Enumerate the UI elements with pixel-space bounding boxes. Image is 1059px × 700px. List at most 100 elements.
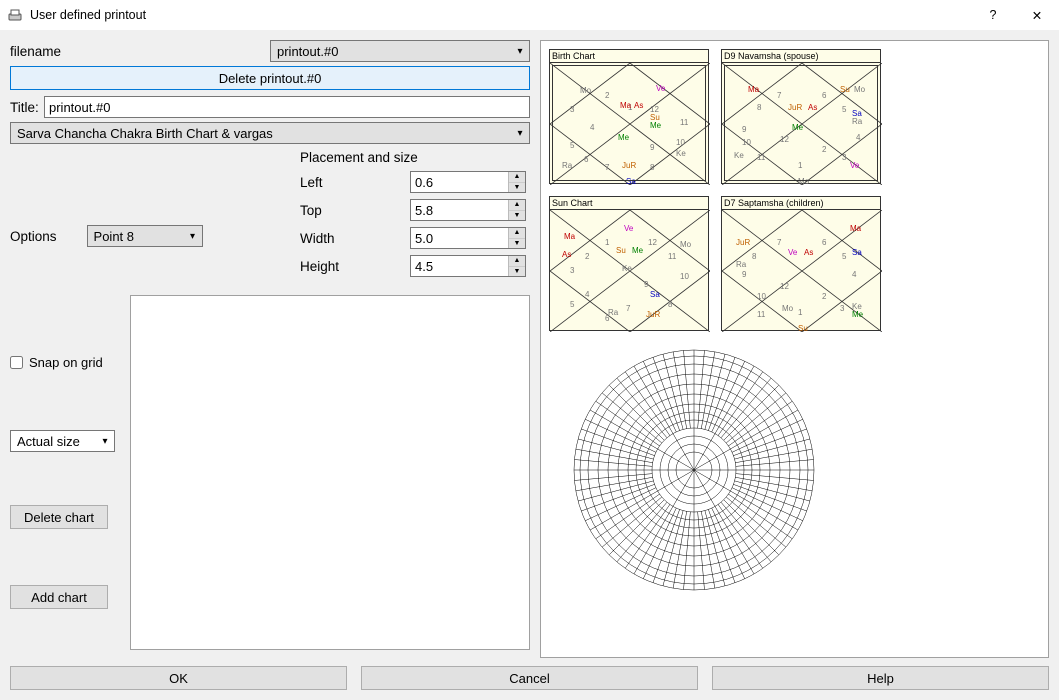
planet-label: 8 (650, 163, 654, 172)
title-label: Title: (10, 100, 44, 115)
spin-down-icon[interactable]: ▼ (509, 183, 525, 193)
planet-label: 3 (842, 153, 846, 162)
planet-label: Sa (626, 177, 636, 186)
width-input[interactable] (411, 228, 508, 248)
planet-label: 11 (668, 252, 676, 261)
planet-label: Ke (622, 264, 632, 273)
chart-box: MaJuR75Sa8VeAs6Ra9410122Mo1113KeMeSu (721, 209, 881, 331)
planet-label: Ra (852, 117, 862, 126)
left-spinner[interactable]: ▲▼ (410, 171, 526, 193)
planet-label: Me (792, 123, 803, 132)
planet-label: 2 (585, 252, 589, 261)
chart-box: VeMa112As2SuMe11Mo3Ke1049Sa58Ra6JuR7 (549, 209, 709, 331)
options-label: Options (10, 229, 57, 244)
planet-label: 6 (822, 91, 826, 100)
top-field-label: Top (300, 203, 410, 218)
planet-label: As (562, 250, 571, 259)
height-input[interactable] (411, 256, 508, 276)
planet-label: Ve (850, 161, 859, 170)
chart-type-value: Sarva Chancha Chakra Birth Chart & varga… (17, 126, 273, 141)
chart-box: MaSuMo768JuRAs5SaRa9Me41211Ke10231VeMo (721, 62, 881, 184)
options-combo[interactable]: Point 8 ▾ (87, 225, 203, 247)
planet-label: Sa (852, 248, 862, 257)
close-button[interactable]: ✕ (1015, 0, 1059, 30)
window-title: User defined printout (30, 8, 146, 22)
planet-label: 12 (780, 282, 789, 291)
snap-grid-label: Snap on grid (29, 355, 103, 370)
planet-label: Mo (680, 240, 691, 249)
vedic-chart-d9: D9 Navamsha (spouse) MaSuMo768JuRAs5SaRa… (721, 49, 881, 184)
planet-label: 5 (842, 252, 846, 261)
ok-button[interactable]: OK (10, 666, 347, 690)
vedic-chart-d7: D7 Saptamsha (children) MaJuR75Sa8VeAs6R… (721, 196, 881, 331)
planet-label: Ra (562, 161, 572, 170)
planet-label: As (808, 103, 817, 112)
zoom-combo[interactable]: Actual size ▾ (10, 430, 115, 452)
cancel-button[interactable]: Cancel (361, 666, 698, 690)
spin-down-icon[interactable]: ▼ (509, 239, 525, 249)
content-area: filename printout.#0 ▾ Delete printout.#… (0, 30, 1059, 700)
help-button-bottom[interactable]: Help (712, 666, 1049, 690)
planet-label: 2 (822, 145, 826, 154)
top-spinner[interactable]: ▲▼ (410, 199, 526, 221)
planet-label: Su (840, 85, 850, 94)
planet-label: 4 (856, 133, 860, 142)
filename-label: filename (10, 44, 270, 59)
preview-panel: Birth Chart Mo21Ve3MaAs12SuMe4Me1159KeRa… (540, 40, 1049, 658)
layout-canvas[interactable] (130, 295, 530, 650)
planet-label: 7 (777, 238, 781, 247)
planet-label: 1 (605, 238, 609, 247)
title-input[interactable] (44, 96, 530, 118)
planet-label: 2 (822, 292, 826, 301)
planet-label: Me (650, 121, 661, 130)
planet-label: Ma (748, 85, 759, 94)
planet-label: Ra (608, 308, 618, 317)
snap-grid-checkbox[interactable] (10, 356, 23, 369)
chart-grid: Birth Chart Mo21Ve3MaAs12SuMe4Me1159KeRa… (549, 49, 1040, 331)
planet-label: Mo (580, 86, 591, 95)
delete-chart-button[interactable]: Delete chart (10, 505, 108, 529)
planet-label: 2 (605, 91, 609, 100)
planet-label: Sa (650, 290, 660, 299)
planet-label: 11 (757, 153, 765, 162)
planet-label: 6 (605, 314, 609, 323)
spin-up-icon[interactable]: ▲ (509, 200, 525, 211)
left-panel: filename printout.#0 ▾ Delete printout.#… (10, 40, 530, 658)
zoom-value: Actual size (17, 434, 80, 449)
planet-label: Mo (782, 304, 793, 313)
spin-up-icon[interactable]: ▲ (509, 172, 525, 183)
app-icon (6, 6, 24, 24)
planet-label: 11 (680, 118, 688, 127)
spin-down-icon[interactable]: ▼ (509, 267, 525, 277)
add-chart-button[interactable]: Add chart (10, 585, 108, 609)
help-button[interactable]: ? (971, 0, 1015, 30)
planet-label: 3 (570, 105, 574, 114)
planet-label: 10 (742, 138, 751, 147)
planet-label: As (634, 101, 643, 110)
height-spinner[interactable]: ▲▼ (410, 255, 526, 277)
planet-label: Ma (850, 224, 861, 233)
planet-label: 9 (742, 270, 746, 279)
left-input[interactable] (411, 172, 508, 192)
planet-label: Ma (564, 232, 575, 241)
spin-up-icon[interactable]: ▲ (509, 228, 525, 239)
chart-type-combo[interactable]: Sarva Chancha Chakra Birth Chart & varga… (10, 122, 530, 144)
spin-up-icon[interactable]: ▲ (509, 256, 525, 267)
planet-label: Ma (620, 101, 631, 110)
planet-label: 5 (570, 300, 574, 309)
planet-label: 4 (590, 123, 594, 132)
bottom-button-bar: OK Cancel Help (10, 666, 1049, 692)
width-spinner[interactable]: ▲▼ (410, 227, 526, 249)
planet-label: Ke (734, 151, 744, 160)
planet-label: 5 (842, 105, 846, 114)
planet-label: 12 (780, 135, 789, 144)
delete-printout-button[interactable]: Delete printout.#0 (10, 66, 530, 90)
planet-label: 9 (650, 143, 654, 152)
spin-down-icon[interactable]: ▼ (509, 211, 525, 221)
planet-label: JuR (622, 161, 636, 170)
planet-label: 1 (798, 308, 802, 317)
top-input[interactable] (411, 200, 508, 220)
filename-combo[interactable]: printout.#0 ▾ (270, 40, 530, 62)
planet-label: Ke (676, 149, 686, 158)
left-field-label: Left (300, 175, 410, 190)
